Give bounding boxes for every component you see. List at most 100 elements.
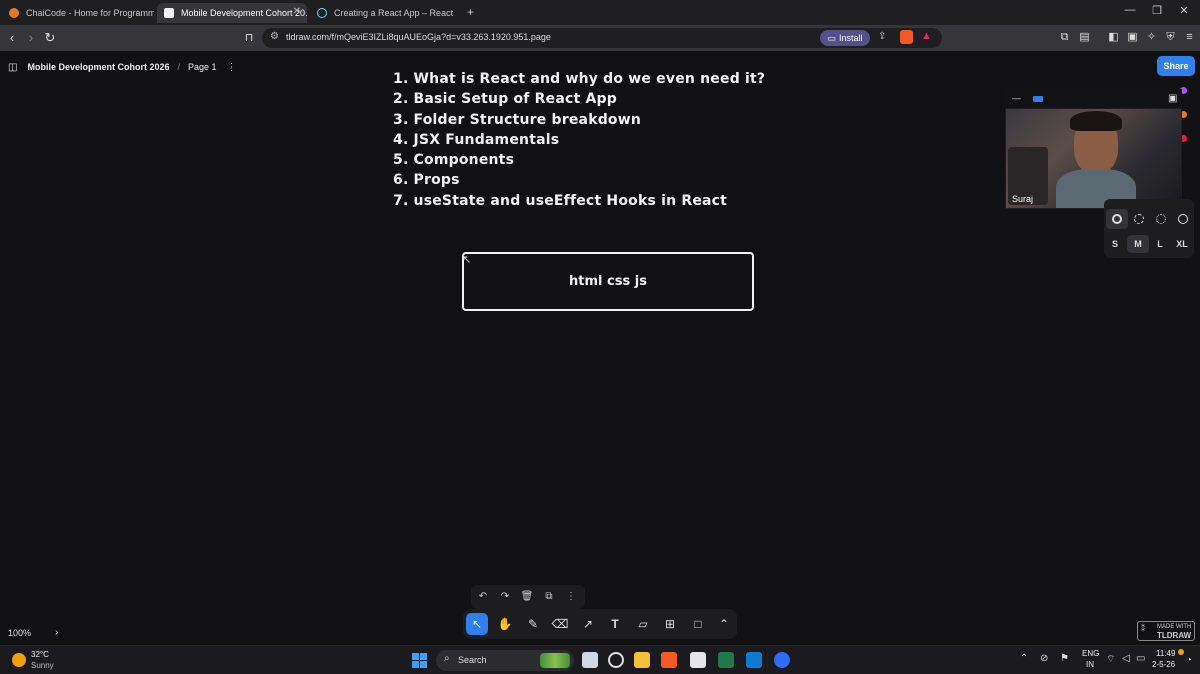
brave-shield-icon[interactable]: [900, 30, 913, 44]
temperature[interactable]: 32°C: [31, 650, 49, 659]
volume-icon[interactable]: ◁: [1122, 653, 1130, 664]
file-title[interactable]: Mobile Development Cohort 2026: [27, 62, 169, 72]
chrome-icon[interactable]: [608, 652, 624, 668]
extensions-icon[interactable]: ⧉: [1058, 31, 1071, 44]
zoom-menu[interactable]: 100% ›: [8, 627, 58, 638]
image-tool-icon[interactable]: ⊞: [659, 613, 681, 635]
excel-icon[interactable]: [718, 652, 734, 668]
tab-chaicode[interactable]: ChaiCode - Home for Programmers: [2, 3, 154, 23]
size-option-xl[interactable]: XL: [1171, 235, 1193, 253]
more-actions-icon[interactable]: ⋮: [564, 590, 578, 604]
close-tab-icon[interactable]: ✕: [293, 6, 301, 17]
tldraw-canvas[interactable]: ◫ Mobile Development Cohort 2026 / Page …: [0, 51, 1200, 645]
rectangle-tool-icon[interactable]: □: [687, 613, 709, 635]
eraser-tool-icon[interactable]: ⌫: [549, 613, 571, 635]
webcam-video: Suraj: [1006, 109, 1181, 208]
site-settings-icon[interactable]: ⚙: [270, 31, 279, 42]
menu-icon[interactable]: ≡: [1183, 31, 1196, 44]
dash-dotted-option[interactable]: [1150, 209, 1172, 229]
brave-taskbar-icon[interactable]: [661, 652, 677, 668]
webcam-overlay: — ▣ Suraj: [1005, 89, 1182, 209]
mic-muted-icon[interactable]: ⊘: [1040, 653, 1048, 664]
notification-bell-icon[interactable]: ◔: [1186, 655, 1192, 666]
leo-ai-icon[interactable]: ✧: [1145, 31, 1158, 44]
size-option-l[interactable]: L: [1149, 235, 1171, 253]
note-tool-icon[interactable]: ▱: [632, 613, 654, 635]
delete-icon[interactable]: 🗑: [520, 590, 534, 604]
start-icon[interactable]: [412, 653, 427, 668]
language-top[interactable]: ENG: [1082, 649, 1099, 658]
clock-time[interactable]: 11:49: [1156, 649, 1175, 658]
minimize-icon[interactable]: —: [1120, 4, 1140, 16]
forward-icon[interactable]: ›: [23, 31, 39, 45]
weather-label[interactable]: Sunny: [31, 661, 54, 670]
bookmark-icon[interactable]: ⊓: [241, 31, 257, 45]
url-bar[interactable]: ⚙ tldraw.com/f/mQeviE3IZLi8quAUEoGja?d=v…: [262, 28, 942, 48]
vscode-icon[interactable]: [746, 652, 762, 668]
rectangle-shape[interactable]: html css js: [462, 252, 754, 311]
chaicode-favicon-icon: [9, 8, 19, 18]
select-tool-icon[interactable]: ↖: [466, 613, 488, 635]
arrow-tool-icon[interactable]: ↗: [577, 613, 599, 635]
wallet-icon[interactable]: ▣: [1126, 31, 1139, 44]
install-label: Install: [839, 33, 863, 43]
agenda-item: 1. What is React and why do we even need…: [393, 71, 766, 87]
clock-date[interactable]: 2-5-26: [1152, 660, 1175, 669]
dash-solid-option[interactable]: [1172, 209, 1194, 229]
dash-draw-option[interactable]: [1106, 209, 1128, 229]
wifi-icon[interactable]: ⌔: [1106, 653, 1115, 666]
sidebar-icon[interactable]: ◧: [1107, 31, 1120, 44]
tldraw-favicon-icon: [164, 8, 174, 18]
battery-icon[interactable]: ▭: [1136, 653, 1145, 664]
react-favicon-icon: [317, 8, 327, 18]
sidebar-toggle-icon[interactable]: ◫: [8, 62, 17, 73]
more-tools-icon[interactable]: ⌃: [713, 613, 735, 635]
size-option-s[interactable]: S: [1104, 235, 1126, 253]
share-button[interactable]: Share: [1157, 56, 1195, 76]
redo-icon[interactable]: ↷: [498, 590, 512, 604]
tab-mobile-cohort[interactable]: Mobile Development Cohort 20… ✕: [157, 3, 307, 23]
show-hidden-icons-icon[interactable]: ⌃: [1020, 653, 1028, 664]
minimize-webcam-icon[interactable]: —: [1012, 93, 1021, 103]
language-bottom[interactable]: IN: [1086, 660, 1094, 669]
url-text[interactable]: tldraw.com/f/mQeviE3IZLi8quAUEoGja?d=v33…: [286, 32, 551, 42]
undo-icon[interactable]: ↶: [476, 590, 490, 604]
breadcrumb-separator: /: [177, 62, 180, 72]
taskbar-search[interactable]: ⌕ Search: [436, 650, 574, 671]
tab-react-app[interactable]: Creating a React App – React: [310, 3, 460, 23]
notepad-icon[interactable]: [690, 652, 706, 668]
agenda-text[interactable]: 1. What is React and why do we even need…: [393, 69, 765, 211]
zoom-app-icon[interactable]: [774, 652, 790, 668]
hand-tool-icon[interactable]: ✋: [494, 613, 516, 635]
made-with-tldraw-badge[interactable]: ⁑ MADE WITH TLDRAW: [1137, 621, 1195, 641]
page-name[interactable]: Page 1: [188, 62, 217, 72]
reload-icon[interactable]: ↻: [42, 31, 58, 45]
task-view-icon[interactable]: [582, 652, 598, 668]
reader-icon[interactable]: ▤: [1078, 31, 1091, 44]
draw-tool-icon[interactable]: ✎: [522, 613, 544, 635]
back-icon[interactable]: ‹: [4, 31, 20, 45]
dash-dashed-icon: [1134, 214, 1144, 224]
network-status-icon[interactable]: ⚑: [1060, 653, 1069, 664]
share-page-icon[interactable]: ⇪: [878, 31, 886, 42]
dash-dashed-option[interactable]: [1128, 209, 1150, 229]
text-tool-icon[interactable]: T: [604, 613, 626, 635]
weather-sun-icon[interactable]: [12, 653, 26, 667]
search-highlight-icon: [540, 653, 570, 668]
agenda-item: 6. Props: [393, 172, 460, 189]
new-tab-button[interactable]: +: [467, 5, 474, 19]
presenter-name: Suraj: [1012, 194, 1034, 204]
close-window-icon[interactable]: ✕: [1174, 4, 1194, 17]
file-explorer-icon[interactable]: [634, 652, 650, 668]
page-menu-icon[interactable]: ⋮: [227, 62, 237, 73]
quick-actions-bar: ↶ ↷ 🗑 ⧉ ⋮: [471, 585, 585, 609]
minimap-toggle-icon[interactable]: ›: [55, 627, 58, 638]
brave-rewards-icon[interactable]: ▲: [921, 30, 932, 42]
zoom-level: 100%: [8, 627, 32, 638]
expand-webcam-icon[interactable]: ▣: [1168, 93, 1177, 104]
size-option-m[interactable]: M: [1127, 235, 1149, 253]
maximize-icon[interactable]: ❐: [1147, 4, 1167, 17]
duplicate-icon[interactable]: ⧉: [542, 590, 556, 604]
vpn-icon[interactable]: ⛨: [1164, 31, 1177, 44]
install-button[interactable]: ▭ Install: [820, 30, 870, 46]
